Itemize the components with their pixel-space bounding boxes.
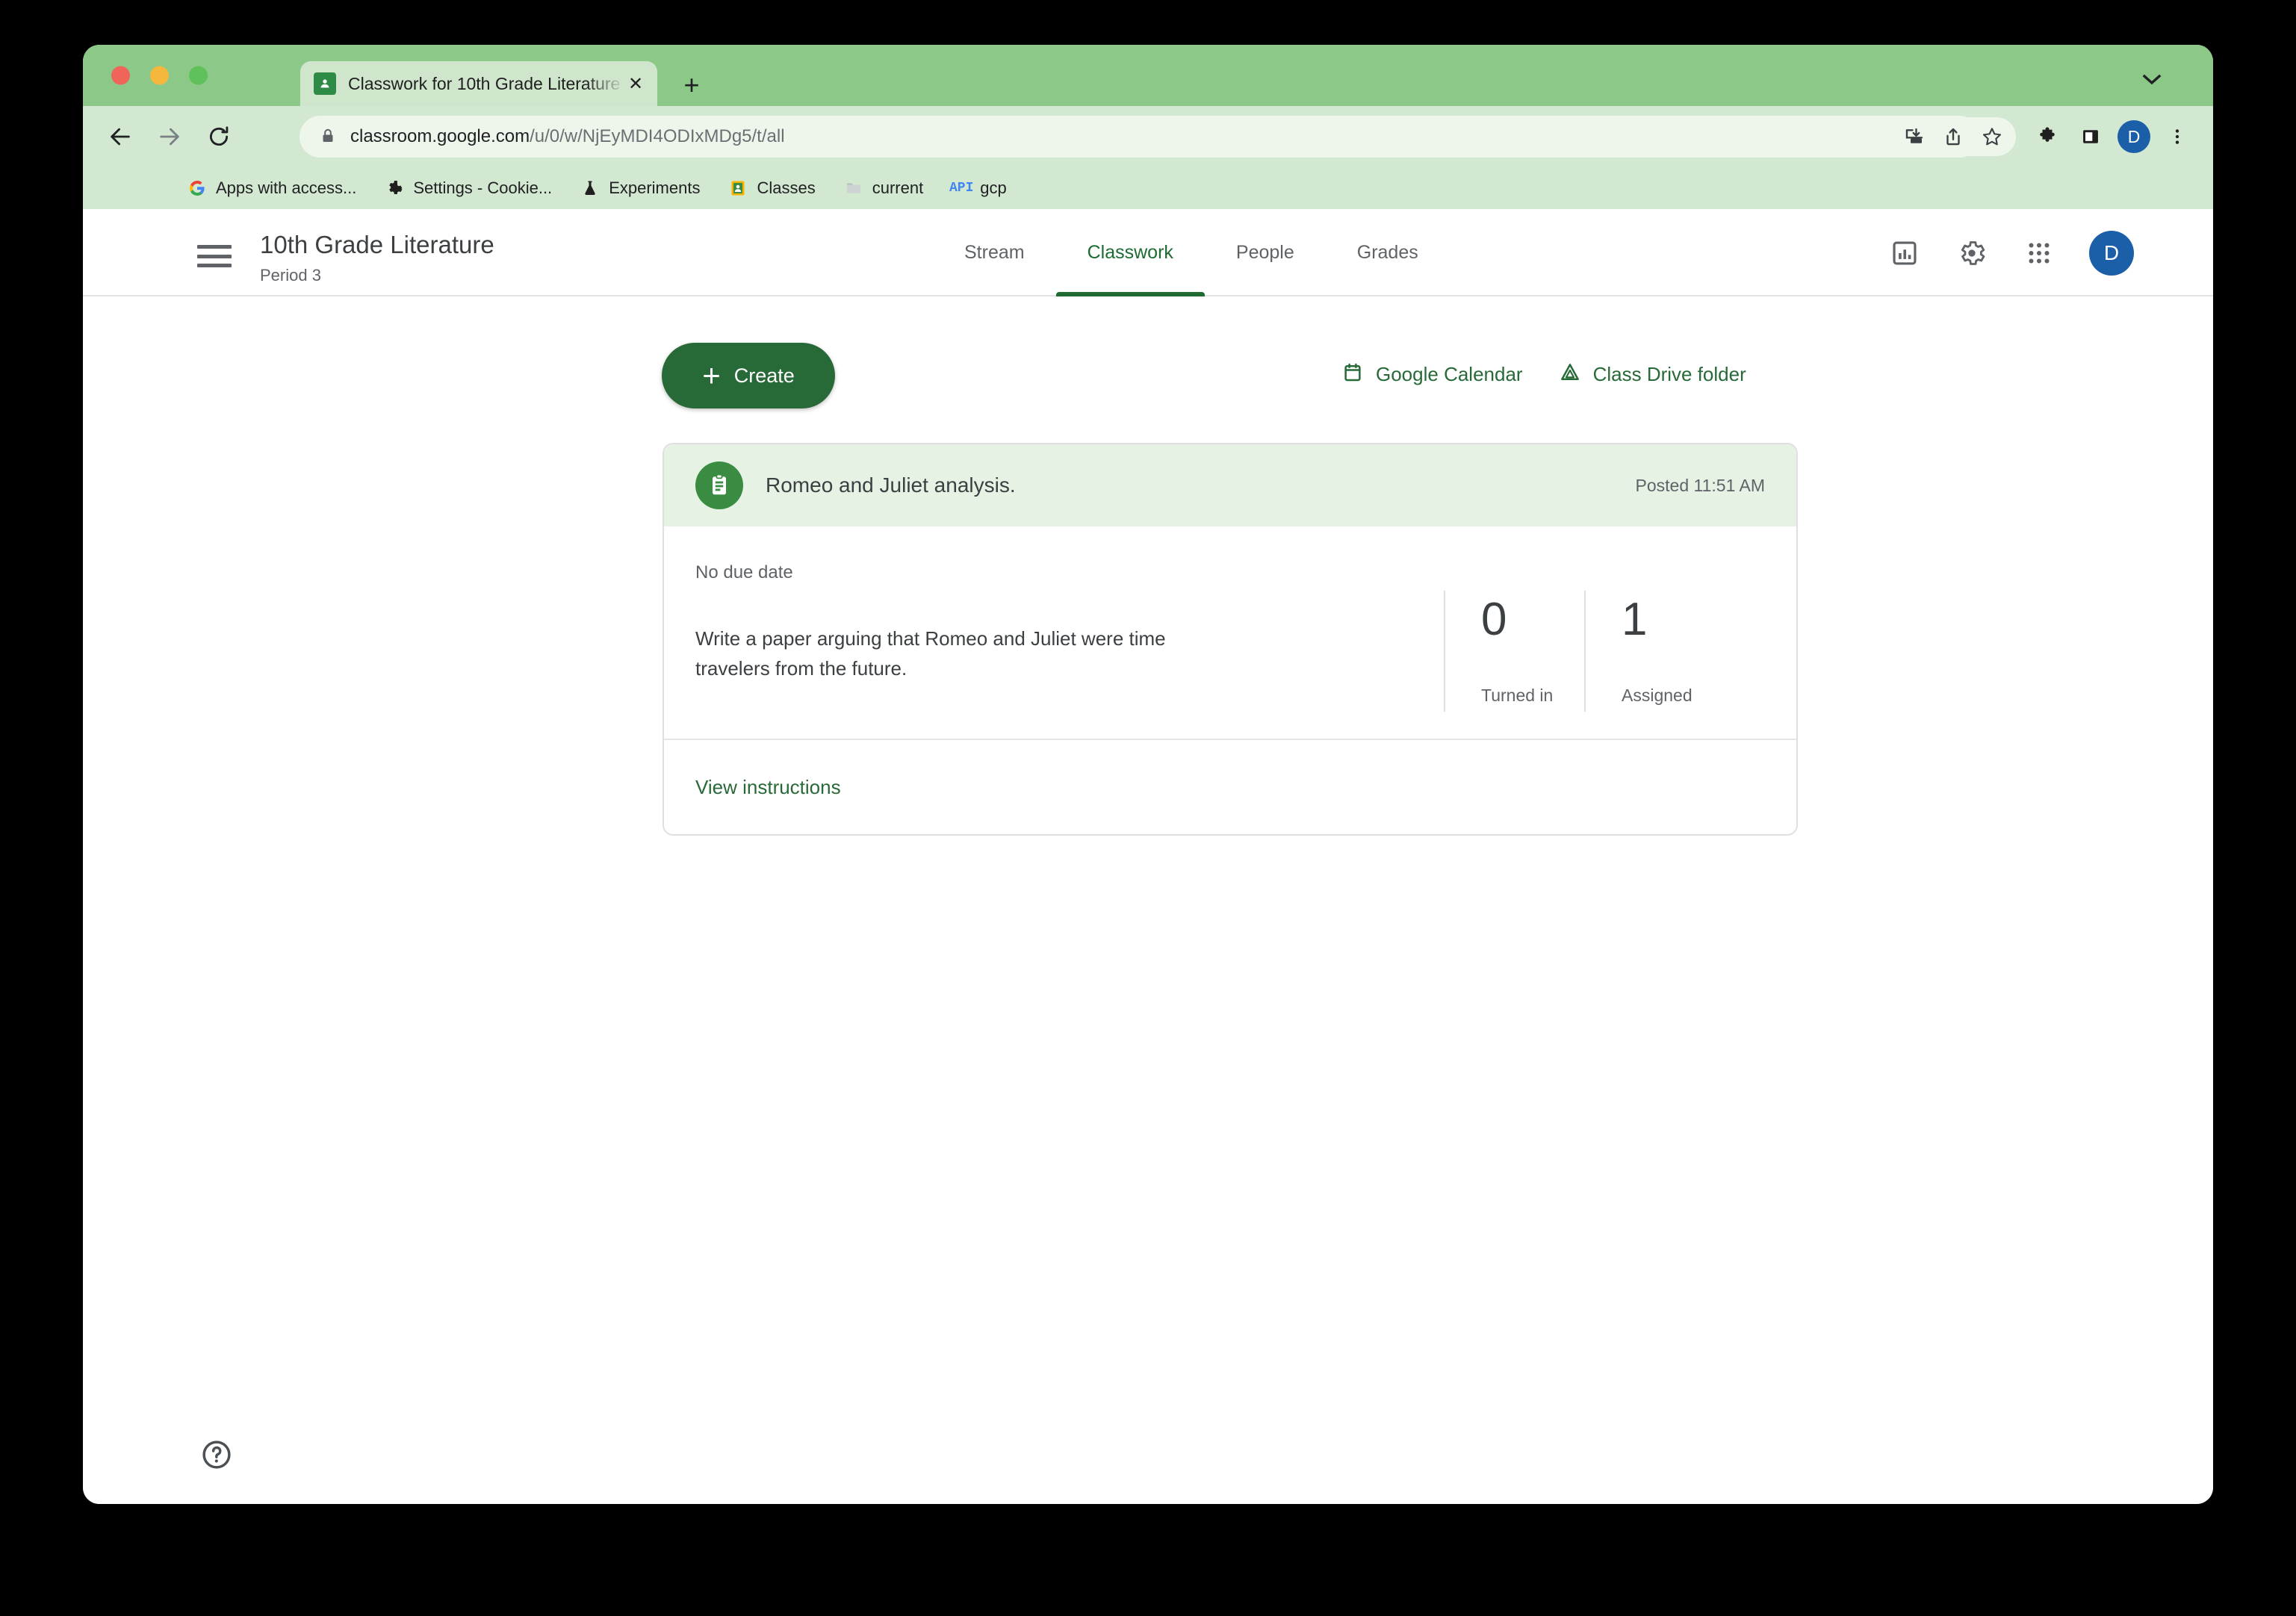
window-traffic-lights [111,66,208,85]
assignment-card-body: No due date Write a paper arguing that R… [664,526,1796,740]
bookmark-label: Settings - Cookie... [413,178,553,197]
assignment-card-footer: View instructions [664,740,1796,834]
bookmarks-bar: Apps with access... Settings - Cookie...… [83,167,2213,209]
bookmark-classes[interactable]: Classes [728,178,816,198]
stat-count: 0 [1481,594,1507,645]
plus-icon: + [702,358,721,393]
bookmark-settings-cookie[interactable]: Settings - Cookie... [385,178,552,198]
classroom-header: 10th Grade Literature Period 3 Stream Cl… [83,209,2213,296]
chrome-menu-icon[interactable] [2158,117,2197,156]
bookmark-current[interactable]: current [844,178,923,198]
toolbar-actions: D [1890,106,2197,167]
bookmark-label: Experiments [609,178,701,197]
maximize-window-button[interactable] [189,66,208,85]
quick-link-label: Google Calendar [1376,363,1523,385]
reload-icon[interactable] [198,116,240,158]
close-icon[interactable]: ✕ [624,72,647,95]
stat-label: Assigned [1622,686,1692,705]
view-instructions-link[interactable]: View instructions [695,776,841,799]
assignment-card[interactable]: Romeo and Juliet analysis. Posted 11:51 … [663,443,1798,836]
avatar[interactable]: D [2089,230,2134,276]
side-panel-icon[interactable] [2071,117,2110,156]
stat-assigned[interactable]: 1 Assigned [1584,591,1725,712]
browser-toolbar: classroom.google.com/u/0/w/NjEyMDI4ODIxM… [83,106,2213,167]
header-actions: D [1887,209,2134,296]
minimize-window-button[interactable] [150,66,169,85]
gear-icon[interactable] [1955,236,1989,270]
page-content: 10th Grade Literature Period 3 Stream Cl… [83,209,2213,1504]
tab-stream[interactable]: Stream [933,209,1056,296]
url-domain: classroom.google.com [350,126,530,146]
bookmark-gcp[interactable]: API gcp [949,178,1007,198]
new-tab-button[interactable]: + [677,69,707,100]
classroom-nav-tabs: Stream Classwork People Grades [933,209,1450,296]
chevron-down-icon[interactable] [2135,67,2168,93]
create-button[interactable]: + Create [662,343,835,408]
assignment-stats: 0 Turned in 1 Assigned [1444,591,1725,712]
create-button-label: Create [733,364,795,387]
insights-chart-icon[interactable] [1887,236,1922,270]
quick-link-label: Class Drive folder [1592,363,1746,385]
close-window-button[interactable] [111,66,130,85]
gear-icon [385,178,404,198]
bookmark-apps-with-access[interactable]: Apps with access... [187,178,356,198]
chrome-profile-avatar[interactable]: D [2115,117,2153,156]
assignment-due-date: No due date [695,562,793,582]
assignment-clipboard-icon [695,462,743,509]
lock-icon [319,127,338,146]
back-arrow-icon[interactable] [99,116,141,158]
tab-people[interactable]: People [1205,209,1326,296]
omnibox-action-group [1890,117,2016,156]
folder-icon [844,178,863,198]
help-circle-icon[interactable] [199,1437,235,1473]
extensions-puzzle-icon[interactable] [2028,117,2067,156]
google-calendar-link[interactable]: Google Calendar [1341,361,1523,388]
assignment-posted-time: Posted 11:51 AM [1635,475,1765,495]
install-app-icon[interactable] [1895,117,1934,156]
bookmark-label: current [872,178,924,197]
browser-window: Classwork for 10th Grade Literature ✕ + [83,45,2213,1504]
bookmark-star-icon[interactable] [1973,117,2011,156]
stat-turned-in[interactable]: 0 Turned in [1444,591,1584,712]
google-classroom-icon [314,72,336,95]
url-text: classroom.google.com/u/0/w/NjEyMDI4ODIxM… [350,126,785,147]
apps-grid-icon[interactable] [2022,236,2056,270]
tab-grades[interactable]: Grades [1326,209,1450,296]
assignment-title: Romeo and Juliet analysis. [766,473,1016,497]
bookmark-label: gcp [980,178,1007,197]
address-bar[interactable]: classroom.google.com/u/0/w/NjEyMDI4ODIxM… [300,116,1980,158]
assignment-card-header[interactable]: Romeo and Juliet analysis. Posted 11:51 … [664,444,1796,526]
stat-count: 1 [1622,594,1648,645]
google-classroom-icon [728,178,748,198]
forward-arrow-icon[interactable] [149,116,190,158]
bookmark-label: Apps with access... [216,178,357,197]
page-title: 10th Grade Literature [260,231,494,258]
calendar-icon [1341,361,1364,388]
bookmark-label: Classes [757,178,816,197]
flask-icon [580,178,600,198]
hamburger-menu-icon[interactable] [197,245,232,267]
api-icon: API [949,181,974,196]
class-drive-folder-link[interactable]: Class Drive folder [1559,361,1746,388]
tab-strip: Classwork for 10th Grade Literature ✕ + [83,45,2213,106]
browser-tab[interactable]: Classwork for 10th Grade Literature ✕ [300,61,657,106]
assignment-description: Write a paper arguing that Romeo and Jul… [695,627,1166,680]
bookmark-experiments[interactable]: Experiments [580,178,700,198]
quick-links: Google Calendar Class Drive folder [1341,361,1746,388]
google-g-icon [187,178,207,198]
url-path: /u/0/w/NjEyMDI4ODIxMDg5/t/all [530,126,785,146]
google-drive-icon [1559,361,1581,388]
class-meta: 10th Grade Literature Period 3 [260,229,494,285]
share-icon[interactable] [1934,117,1973,156]
profile-initial: D [2117,120,2150,153]
stat-label: Turned in [1481,686,1554,705]
tab-classwork[interactable]: Classwork [1055,209,1206,296]
class-section: Period 3 [260,266,321,285]
tab-title: Classwork for 10th Grade Literature [348,73,621,93]
